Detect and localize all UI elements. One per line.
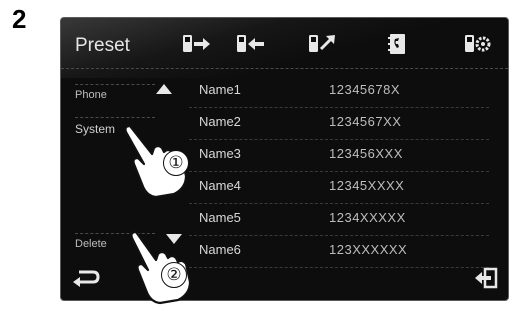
phone-settings-icon[interactable] <box>461 31 495 57</box>
preset-list: Name1 12345678X Name2 1234567XX Name3 12… <box>189 76 489 268</box>
phone-button[interactable]: Phone <box>75 84 155 101</box>
contact-number: 12345XXXX <box>329 178 405 193</box>
step-number: 2 <box>12 4 27 34</box>
phone-receive-icon[interactable] <box>233 31 267 57</box>
contact-number: 123XXXXXX <box>329 242 408 257</box>
phonebook-icon[interactable] <box>381 31 415 57</box>
phone-signal-icon[interactable] <box>305 31 339 57</box>
list-item[interactable]: Name1 12345678X <box>189 76 489 108</box>
contact-name: Name4 <box>199 178 241 193</box>
scroll-up-arrow[interactable] <box>156 84 172 94</box>
contact-name: Name3 <box>199 146 241 161</box>
contact-name: Name6 <box>199 242 241 257</box>
list-item[interactable]: Name3 123456XXX <box>189 140 489 172</box>
back-arrow-icon <box>73 270 100 287</box>
list-item[interactable]: Name4 12345XXXX <box>189 172 489 204</box>
phone-label: Phone <box>75 89 107 101</box>
step-callout-2: ② <box>161 262 187 288</box>
contact-number: 123456XXX <box>329 146 403 161</box>
contact-number: 1234XXXXX <box>329 210 406 225</box>
contact-number: 12345678X <box>329 82 401 97</box>
list-item[interactable]: Name2 1234567XX <box>189 108 489 140</box>
phone-send-icon[interactable] <box>179 31 213 57</box>
contact-number: 1234567XX <box>329 114 402 129</box>
list-item[interactable]: Name6 123XXXXXX <box>189 236 489 268</box>
delete-label: Delete <box>75 238 107 250</box>
list-item[interactable]: Name5 1234XXXXX <box>189 204 489 236</box>
back-button[interactable] <box>71 266 101 290</box>
contact-name: Name2 <box>199 114 241 129</box>
system-label: System <box>75 122 116 136</box>
step-callout-1: ① <box>163 150 189 176</box>
header-bar: Preset <box>61 18 508 69</box>
contact-name: Name5 <box>199 210 241 225</box>
exit-button[interactable] <box>473 266 499 290</box>
page-title: Preset <box>75 35 130 56</box>
exit-icon <box>475 267 498 289</box>
contact-name: Name1 <box>199 82 241 97</box>
